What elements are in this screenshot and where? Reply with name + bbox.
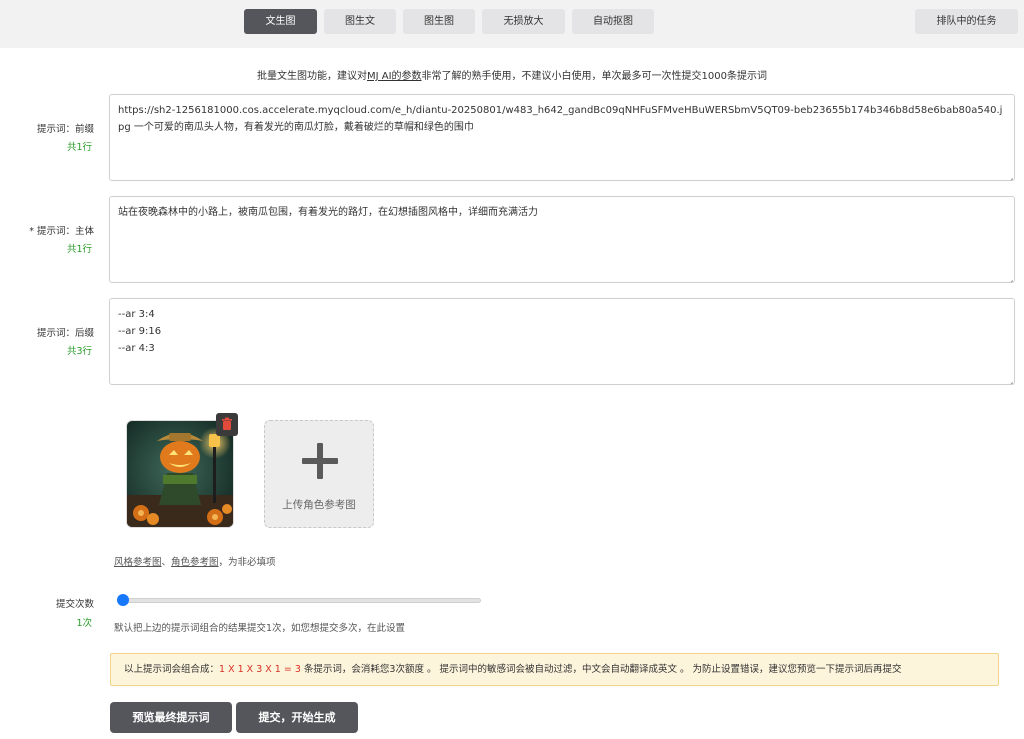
upload-label: 上传角色参考图 [282,499,356,511]
main-text: 站在夜晚森林中的小路上，被南瓜包围，有着发光的路灯，在幻想插图风格中，详细而充满… [118,207,538,218]
submit-count-slider-handle[interactable] [117,594,129,606]
preview-prompt-button[interactable]: 预览最终提示词 [110,702,232,733]
warning-prefix: 以上提示词会组合成： [124,664,220,675]
suffix-text: --ar 3:4 --ar 9:16 --ar 4:3 [118,309,162,354]
submit-count-value: 1次 [76,618,92,629]
submit-count-label: 提交次数 [55,599,94,610]
reference-note: 风格参考图、角色参考图，为非必填项 [114,554,276,568]
tab-image-to-text[interactable]: 图生文 [324,9,396,34]
trash-icon [222,417,232,430]
prefix-line-count: 共1行 [66,142,92,153]
warning-detail: 条提示词，会消耗您3次额度 。 提示词中的敏感词会被自动过滤，中文会自动翻译成英… [300,664,902,675]
mj-params-link[interactable]: MJ AI的参数 [367,71,422,82]
resize-handle[interactable] [1005,375,1013,383]
notice-suffix: 非常了解的熟手使用，不建议小白使用，单次最多可一次性提交1000条提示词 [421,71,767,82]
queued-tasks-button[interactable]: 排队中的任务 [915,9,1018,34]
main-label: * 提示词：主体 [29,226,94,237]
suffix-textarea[interactable]: --ar 3:4 --ar 9:16 --ar 4:3 [109,298,1015,385]
submit-count-slider-track[interactable] [119,598,481,603]
role-reference-link[interactable]: 角色参考图 [171,557,219,568]
top-nav-bar: 文生图 图生文 图生图 无损放大 自动抠图 排队中的任务 [0,0,1024,48]
delete-image-button[interactable] [216,413,238,436]
upload-role-reference-button[interactable]: 上传角色参考图 [264,420,374,528]
tab-text-to-image[interactable]: 文生图 [244,9,317,34]
submit-generate-button[interactable]: 提交，开始生成 [236,702,358,733]
notice-text: 批量文生图功能，建议对MJ AI的参数非常了解的熟手使用，不建议小白使用，单次最… [0,67,1024,82]
reference-sep: 、 [161,557,172,568]
main-textarea[interactable]: 站在夜晚森林中的小路上，被南瓜包围，有着发光的路灯，在幻想插图风格中，详细而充满… [109,196,1015,283]
plus-icon [302,443,338,479]
submit-count-help: 默认把上边的提示词组合的结果提交1次，如您想提交多次，在此设置 [114,623,406,634]
suffix-line-count: 共3行 [66,346,92,357]
prefix-label: 提示词：前缀 [36,124,94,135]
prefix-text: https://sh2-1256181000.cos.accelerate.my… [118,105,1003,133]
resize-handle[interactable] [1005,171,1013,179]
reference-suffix: ，为非必填项 [218,557,276,568]
prefix-textarea[interactable]: https://sh2-1256181000.cos.accelerate.my… [109,94,1015,181]
tab-image-to-image[interactable]: 图生图 [403,9,475,34]
notice-prefix: 批量文生图功能，建议对 [257,71,367,82]
combination-warning: 以上提示词会组合成：1 X 1 X 3 X 1 = 3 条提示词，会消耗您3次额… [110,653,999,686]
role-reference-thumbnail[interactable] [126,420,234,528]
pumpkin-character-image [127,421,233,527]
resize-handle[interactable] [1005,273,1013,281]
main-line-count: 共1行 [66,244,92,255]
tab-auto-cutout[interactable]: 自动抠图 [572,9,654,34]
suffix-label: 提示词：后缀 [36,328,94,339]
tab-lossless-upscale[interactable]: 无损放大 [482,9,565,34]
warning-formula: 1 X 1 X 3 X 1 = 3 [219,664,301,675]
style-reference-link[interactable]: 风格参考图 [114,557,162,568]
